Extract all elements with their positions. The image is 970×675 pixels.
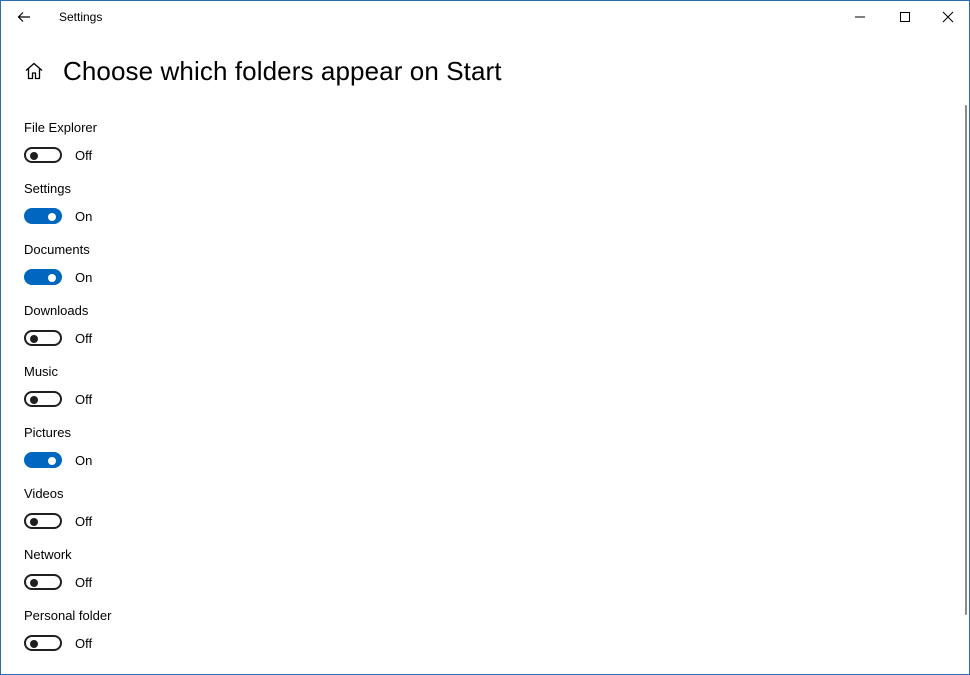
toggle-state-text: On — [75, 208, 93, 224]
window-title: Settings — [59, 10, 103, 24]
title-bar: Settings — [1, 1, 969, 33]
setting-label: Downloads — [24, 303, 89, 318]
toggle-switch[interactable] — [24, 330, 62, 346]
setting-settings: Settings On — [24, 179, 111, 240]
toggle-state-text: Off — [75, 330, 93, 346]
toggle-knob — [48, 457, 56, 465]
settings-window: Settings Choose which folders appear on … — [0, 0, 970, 675]
toggle-knob — [30, 518, 38, 526]
setting-label: Settings — [24, 181, 71, 196]
toggle-switch[interactable] — [24, 269, 62, 285]
toggle-state-text: Off — [75, 391, 93, 407]
toggle-row: Off — [24, 327, 111, 349]
toggle-state-text: Off — [75, 635, 93, 651]
setting-documents: Documents On — [24, 240, 111, 301]
toggle-knob — [48, 274, 56, 282]
home-icon — [25, 62, 43, 80]
setting-label: Music — [24, 364, 58, 379]
toggle-state-text: On — [75, 452, 93, 468]
toggle-row: On — [24, 205, 111, 227]
toggle-row: Off — [24, 571, 111, 593]
setting-label: Personal folder — [24, 608, 112, 623]
toggle-row: On — [24, 449, 111, 471]
maximize-button[interactable] — [882, 1, 928, 33]
toggle-state-text: On — [75, 269, 93, 285]
toggle-row: Off — [24, 388, 111, 410]
toggle-state-text: Off — [75, 513, 93, 529]
toggle-knob — [30, 579, 38, 587]
minimize-icon — [855, 16, 865, 18]
toggle-switch[interactable] — [24, 391, 62, 407]
setting-network: Network Off — [24, 545, 111, 606]
setting-personal-folder: Personal folder Off — [24, 606, 111, 667]
toggle-switch[interactable] — [24, 635, 62, 651]
toggle-row: Off — [24, 510, 111, 532]
toggle-knob — [30, 640, 38, 648]
setting-pictures: Pictures On — [24, 423, 111, 484]
setting-label: Documents — [24, 242, 90, 257]
setting-downloads: Downloads Off — [24, 301, 111, 362]
back-arrow-icon — [17, 12, 30, 22]
close-button[interactable] — [925, 1, 969, 33]
close-icon — [942, 11, 954, 23]
setting-label: File Explorer — [24, 120, 97, 135]
toggle-state-text: Off — [75, 147, 93, 163]
page-title: Choose which folders appear on Start — [63, 55, 502, 86]
toggle-knob — [30, 396, 38, 404]
scrollbar[interactable] — [965, 105, 967, 615]
toggle-switch[interactable] — [24, 208, 62, 224]
home-button[interactable] — [23, 60, 45, 82]
toggle-switch[interactable] — [24, 574, 62, 590]
toggle-switch[interactable] — [24, 513, 62, 529]
setting-label: Network — [24, 547, 72, 562]
folder-settings-list: File Explorer Off Settings On Documents On Dow… — [24, 118, 111, 667]
maximize-icon — [900, 12, 910, 22]
minimize-button[interactable] — [837, 1, 883, 33]
setting-music: Music Off — [24, 362, 111, 423]
setting-label: Videos — [24, 486, 64, 501]
toggle-row: Off — [24, 632, 111, 654]
back-button[interactable] — [9, 3, 39, 31]
toggle-switch[interactable] — [24, 452, 62, 468]
toggle-row: On — [24, 266, 111, 288]
toggle-knob — [30, 335, 38, 343]
toggle-knob — [30, 152, 38, 160]
setting-label: Pictures — [24, 425, 71, 440]
page-header: Choose which folders appear on Start — [23, 53, 502, 89]
setting-file-explorer: File Explorer Off — [24, 118, 111, 179]
toggle-knob — [48, 213, 56, 221]
toggle-row: Off — [24, 144, 111, 166]
setting-videos: Videos Off — [24, 484, 111, 545]
toggle-switch[interactable] — [24, 147, 62, 163]
toggle-state-text: Off — [75, 574, 93, 590]
